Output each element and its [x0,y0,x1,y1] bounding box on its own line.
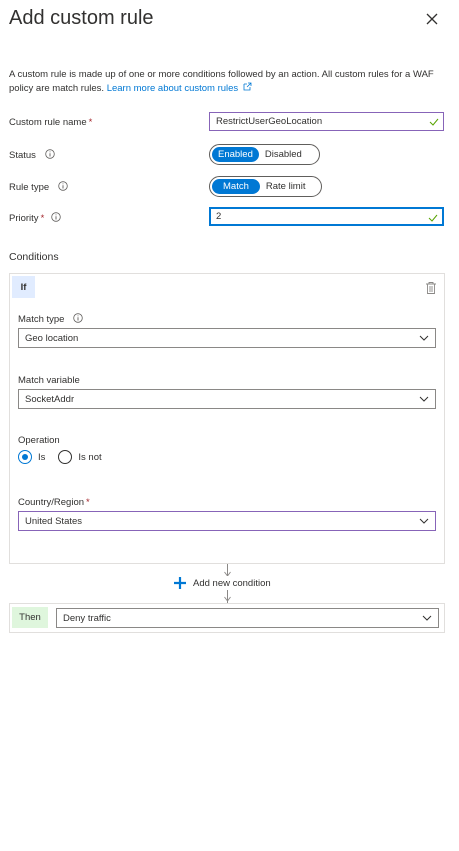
operation-radio-group: Is Is not [18,450,102,464]
required-mark: * [88,117,93,128]
add-icon [174,577,186,589]
rule-type-toggle[interactable]: Match Rate limit [209,176,322,197]
rule-type-match-option[interactable]: Match [212,179,260,194]
match-variable-label: Match variable [18,375,80,386]
if-badge: If [12,276,35,298]
chevron-down-icon [422,615,432,621]
panel-title: Add custom rule [9,7,154,29]
rule-name-input[interactable]: RestrictUserGeoLocation [209,112,444,131]
priority-input[interactable]: 2 [209,207,444,226]
operation-is-not-radio[interactable] [58,450,73,464]
add-new-condition-button[interactable]: Add new condition [173,576,273,590]
chevron-down-icon [419,518,429,524]
valid-check-icon [428,214,438,222]
operation-is-radio[interactable] [18,450,32,464]
info-icon[interactable] [51,212,61,222]
country-region-dropdown[interactable]: United States [18,511,436,531]
status-enabled-option[interactable]: Enabled [212,147,259,162]
operation-is-label: Is [38,451,46,463]
then-badge: Then [12,607,48,628]
info-icon[interactable] [73,313,83,323]
description: A custom rule is made up of one or more … [9,68,449,96]
add-new-condition-label: Add new condition [193,577,271,589]
country-region-label: Country/Region * [18,497,90,508]
match-variable-dropdown[interactable]: SocketAddr [18,389,436,409]
operation-label: Operation [18,435,60,446]
delete-icon[interactable] [425,281,437,295]
external-link-icon [243,82,252,91]
status-toggle[interactable]: Enabled Disabled [209,144,320,165]
rule-type-label: Rule type [9,181,68,193]
priority-label: Priority * [9,212,61,224]
rule-type-rate-limit-option[interactable]: Rate limit [260,179,312,194]
conditions-heading: Conditions [9,251,59,263]
arrow-down-icon [224,596,231,602]
info-icon[interactable] [44,149,55,159]
match-type-label: Match type [18,313,83,325]
learn-more-link[interactable]: Learn more about custom rules [107,82,252,94]
rule-name-label: Custom rule name * [9,117,93,128]
required-mark: * [40,213,45,224]
status-label: Status [9,149,55,161]
action-dropdown[interactable]: Deny traffic [56,608,439,628]
required-mark: * [86,497,90,508]
info-icon[interactable] [58,181,68,191]
status-disabled-option[interactable]: Disabled [259,147,308,162]
match-type-dropdown[interactable]: Geo location [18,328,436,348]
chevron-down-icon [419,396,429,402]
close-icon[interactable] [424,11,440,27]
valid-check-icon [429,118,439,126]
operation-is-not-label: Is not [78,451,102,463]
chevron-down-icon [419,335,429,341]
